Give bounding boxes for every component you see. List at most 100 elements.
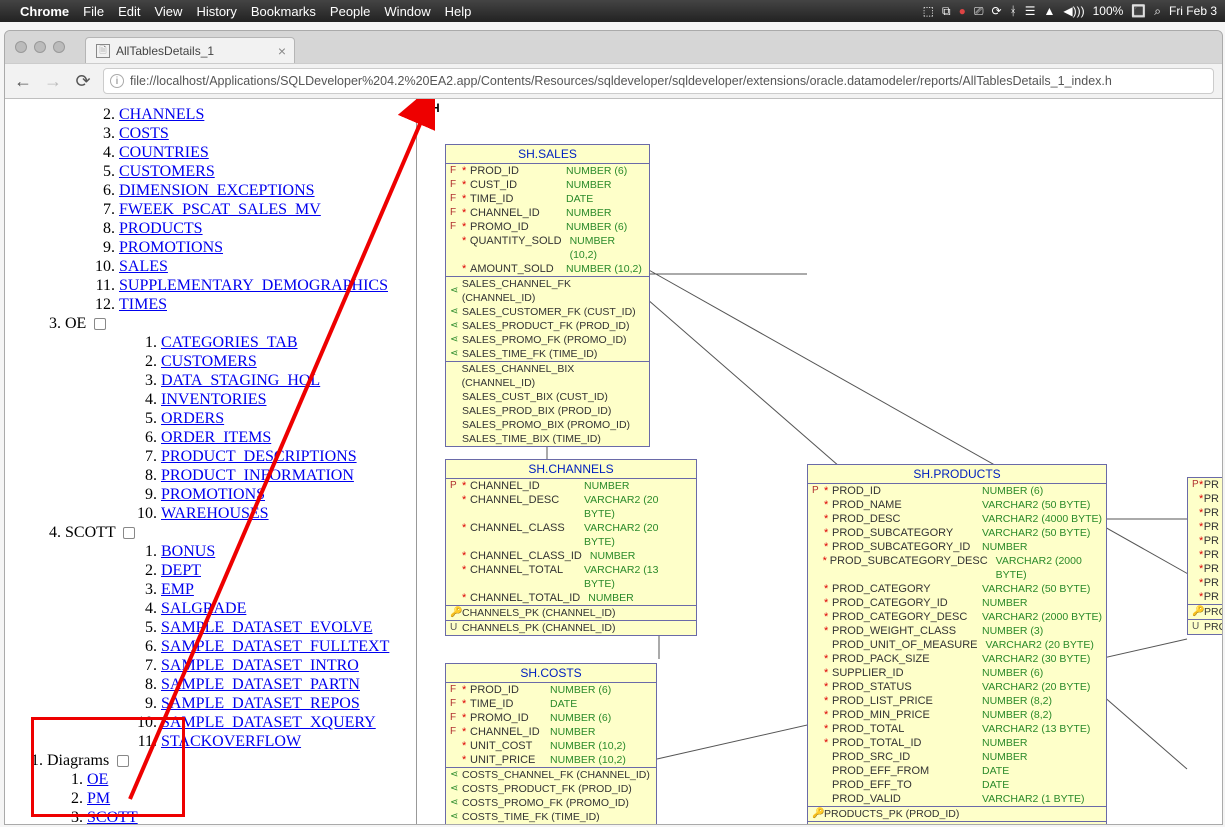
nav-link[interactable]: EMP <box>161 581 416 599</box>
nav-link[interactable]: CATEGORIES_TAB <box>161 334 416 352</box>
wifi-icon[interactable]: ☰ <box>1025 4 1036 18</box>
nav-link[interactable]: SALGRADE <box>161 600 416 618</box>
nav-link[interactable]: STACKOVERFLOW <box>161 733 416 751</box>
nav-link[interactable]: PROMOTIONS <box>119 239 416 257</box>
nav-link[interactable]: SAMPLE_DATASET_EVOLVE <box>161 619 416 637</box>
page-content: CHANNELSCOSTSCOUNTRIESCUSTOMERSDIMENSION… <box>5 99 1222 824</box>
nav-link[interactable]: SAMPLE_DATASET_FULLTEXT <box>161 638 416 656</box>
annotation-redbox <box>31 717 185 817</box>
back-button[interactable]: ← <box>13 71 33 92</box>
erd-fk: ⋖SALES_PROMO_FK (PROMO_ID) <box>446 333 649 347</box>
nav-pane[interactable]: CHANNELSCOSTSCOUNTRIESCUSTOMERSDIMENSION… <box>5 99 417 824</box>
menubar-app[interactable]: Chrome <box>20 4 69 19</box>
nav-link[interactable]: PRODUCT_INFORMATION <box>161 467 416 485</box>
erd-fk: ⋖SALES_PRODUCT_FK (PROD_ID) <box>446 319 649 333</box>
status-dot-icon[interactable]: ● <box>959 4 966 18</box>
nav-link[interactable]: TIMES <box>119 296 416 314</box>
erd-fk: ⋖COSTS_PRODUCT_FK (PROD_ID) <box>446 782 656 796</box>
reload-button[interactable]: ⟳ <box>73 71 93 92</box>
erd-column: P*CHANNEL_IDNUMBER <box>446 479 696 493</box>
nav-link[interactable]: DATA_STAGING_HOL <box>161 372 416 390</box>
nav-link[interactable]: SAMPLE_DATASET_REPOS <box>161 695 416 713</box>
nav-link[interactable]: SAMPLE_DATASET_PARTN <box>161 676 416 694</box>
menu-window[interactable]: Window <box>384 4 430 19</box>
browser-tab[interactable]: 🗎 AllTablesDetails_1 × <box>85 37 295 63</box>
erd-column: *PROD_DESCVARCHAR2 (4000 BYTE) <box>808 512 1106 526</box>
menu-people[interactable]: People <box>330 4 370 19</box>
address-bar[interactable]: i file://localhost/Applications/SQLDevel… <box>103 68 1214 94</box>
menu-history[interactable]: History <box>196 4 236 19</box>
erd-column: *PROD_CATEGORY_DESCVARCHAR2 (2000 BYTE) <box>808 610 1106 624</box>
nav-link[interactable]: PROMOTIONS <box>161 486 416 504</box>
erd-column: *UNIT_COSTNUMBER (10,2) <box>446 739 656 753</box>
menu-view[interactable]: View <box>154 4 182 19</box>
nav-link[interactable]: SALES <box>119 258 416 276</box>
close-button[interactable] <box>15 41 27 53</box>
erd-column: *PROD_SUBCATEGORY_DESCVARCHAR2 (2000 BYT… <box>808 554 1106 582</box>
checkbox-icon[interactable] <box>94 318 106 330</box>
erd-table-partial[interactable]: P*PR*PR*PR*PR*PR*PR*PR*PR*PR🔑PROUPRO <box>1187 477 1222 635</box>
nav-link[interactable]: SAMPLE_DATASET_INTRO <box>161 657 416 675</box>
checkbox-icon[interactable] <box>123 527 135 539</box>
nav-link[interactable]: CUSTOMERS <box>161 353 416 371</box>
erd-table-products[interactable]: SH.PRODUCTSP*PROD_IDNUMBER (6)*PROD_NAME… <box>807 464 1107 824</box>
info-icon[interactable]: i <box>110 74 124 88</box>
nav-group-oe[interactable]: OE CATEGORIES_TABCUSTOMERSDATA_STAGING_H… <box>65 315 416 523</box>
forward-button[interactable]: → <box>43 71 63 92</box>
menu-bookmarks[interactable]: Bookmarks <box>251 4 316 19</box>
nav-link[interactable]: ORDERS <box>161 410 416 428</box>
nav-link[interactable]: PRODUCTS <box>119 220 416 238</box>
nav-link[interactable]: BONUS <box>161 543 416 561</box>
nav-link[interactable]: CUSTOMERS <box>119 163 416 181</box>
minimize-button[interactable] <box>34 41 46 53</box>
erd-table-channels[interactable]: SH.CHANNELSP*CHANNEL_IDNUMBER*CHANNEL_DE… <box>445 459 697 636</box>
nav-link[interactable]: ORDER_ITEMS <box>161 429 416 447</box>
nav-link[interactable]: COSTS <box>119 125 416 143</box>
close-icon[interactable]: × <box>278 43 286 59</box>
display-icon[interactable]: ⎚ <box>974 4 984 19</box>
erd-column: *PROD_PACK_SIZEVARCHAR2 (30 BYTE) <box>808 652 1106 666</box>
nav-link[interactable]: FWEEK_PSCAT_SALES_MV <box>119 201 416 219</box>
battery-icon[interactable]: 🔳 <box>1131 4 1146 18</box>
erd-column: *PR <box>1188 590 1222 604</box>
menu-file[interactable]: File <box>83 4 104 19</box>
erd-pk: 🔑PRODUCTS_PK (PROD_ID) <box>808 807 1106 821</box>
nav-link[interactable]: SUPPLEMENTARY_DEMOGRAPHICS <box>119 277 416 295</box>
nav-link[interactable]: SAMPLE_DATASET_XQUERY <box>161 714 416 732</box>
macos-menubar: Chrome File Edit View History Bookmarks … <box>0 0 1225 22</box>
diagram-pane[interactable]: SH SH.SALESF*PROD_IDNUMBER (6)F*CUST_IDN… <box>417 99 1222 824</box>
nav-link[interactable]: WAREHOUSES <box>161 505 416 523</box>
erd-column: F*CHANNEL_IDNUMBER <box>446 206 649 220</box>
erd-column: *PROD_TOTALVARCHAR2 (13 BYTE) <box>808 722 1106 736</box>
bluetooth-icon[interactable]: ᚼ <box>1010 4 1017 18</box>
menu-help[interactable]: Help <box>445 4 472 19</box>
dropbox-icon[interactable]: ⧉ <box>942 4 951 19</box>
erd-column: *CHANNEL_CLASSVARCHAR2 (20 BYTE) <box>446 521 696 549</box>
nav-link[interactable]: DEPT <box>161 562 416 580</box>
status-icon[interactable]: ⬚ <box>923 4 934 18</box>
eject-icon[interactable]: ▲ <box>1043 4 1055 18</box>
erd-pk: 🔑CHANNELS_PK (CHANNEL_ID) <box>446 606 696 620</box>
volume-icon[interactable]: ◀))) <box>1063 4 1084 18</box>
erd-table-sales[interactable]: SH.SALESF*PROD_IDNUMBER (6)F*CUST_IDNUMB… <box>445 144 650 447</box>
erd-fk: ⋖SALES_CUSTOMER_FK (CUST_ID) <box>446 305 649 319</box>
nav-link[interactable]: INVENTORIES <box>161 391 416 409</box>
nav-link[interactable]: DIMENSION_EXCEPTIONS <box>119 182 416 200</box>
erd-column: *PROD_WEIGHT_CLASSNUMBER (3) <box>808 624 1106 638</box>
erd-column: *PROD_TOTAL_IDNUMBER <box>808 736 1106 750</box>
erd-table-costs[interactable]: SH.COSTSF*PROD_IDNUMBER (6)F*TIME_IDDATE… <box>445 663 657 824</box>
nav-link[interactable]: CHANNELS <box>119 106 416 124</box>
erd-fk: ⋖SALES_CHANNEL_FK (CHANNEL_ID) <box>446 277 649 305</box>
erd-column: *CHANNEL_CLASS_IDNUMBER <box>446 549 696 563</box>
spotlight-icon[interactable]: ⌕ <box>1154 4 1161 19</box>
browser-toolbar: ← → ⟳ i file://localhost/Applications/SQ… <box>5 63 1222 99</box>
erd-table-title: SH.COSTS <box>446 664 656 683</box>
maximize-button[interactable] <box>53 41 65 53</box>
nav-link[interactable]: COUNTRIES <box>119 144 416 162</box>
erd-index: SALES_CHANNEL_BIX (CHANNEL_ID) <box>446 362 649 390</box>
sync-icon[interactable]: ⟳ <box>991 4 1001 18</box>
menu-edit[interactable]: Edit <box>118 4 140 19</box>
erd-column: *SUPPLIER_IDNUMBER (6) <box>808 666 1106 680</box>
nav-link[interactable]: PRODUCT_DESCRIPTIONS <box>161 448 416 466</box>
erd-column: F*CHANNEL_IDNUMBER <box>446 725 656 739</box>
